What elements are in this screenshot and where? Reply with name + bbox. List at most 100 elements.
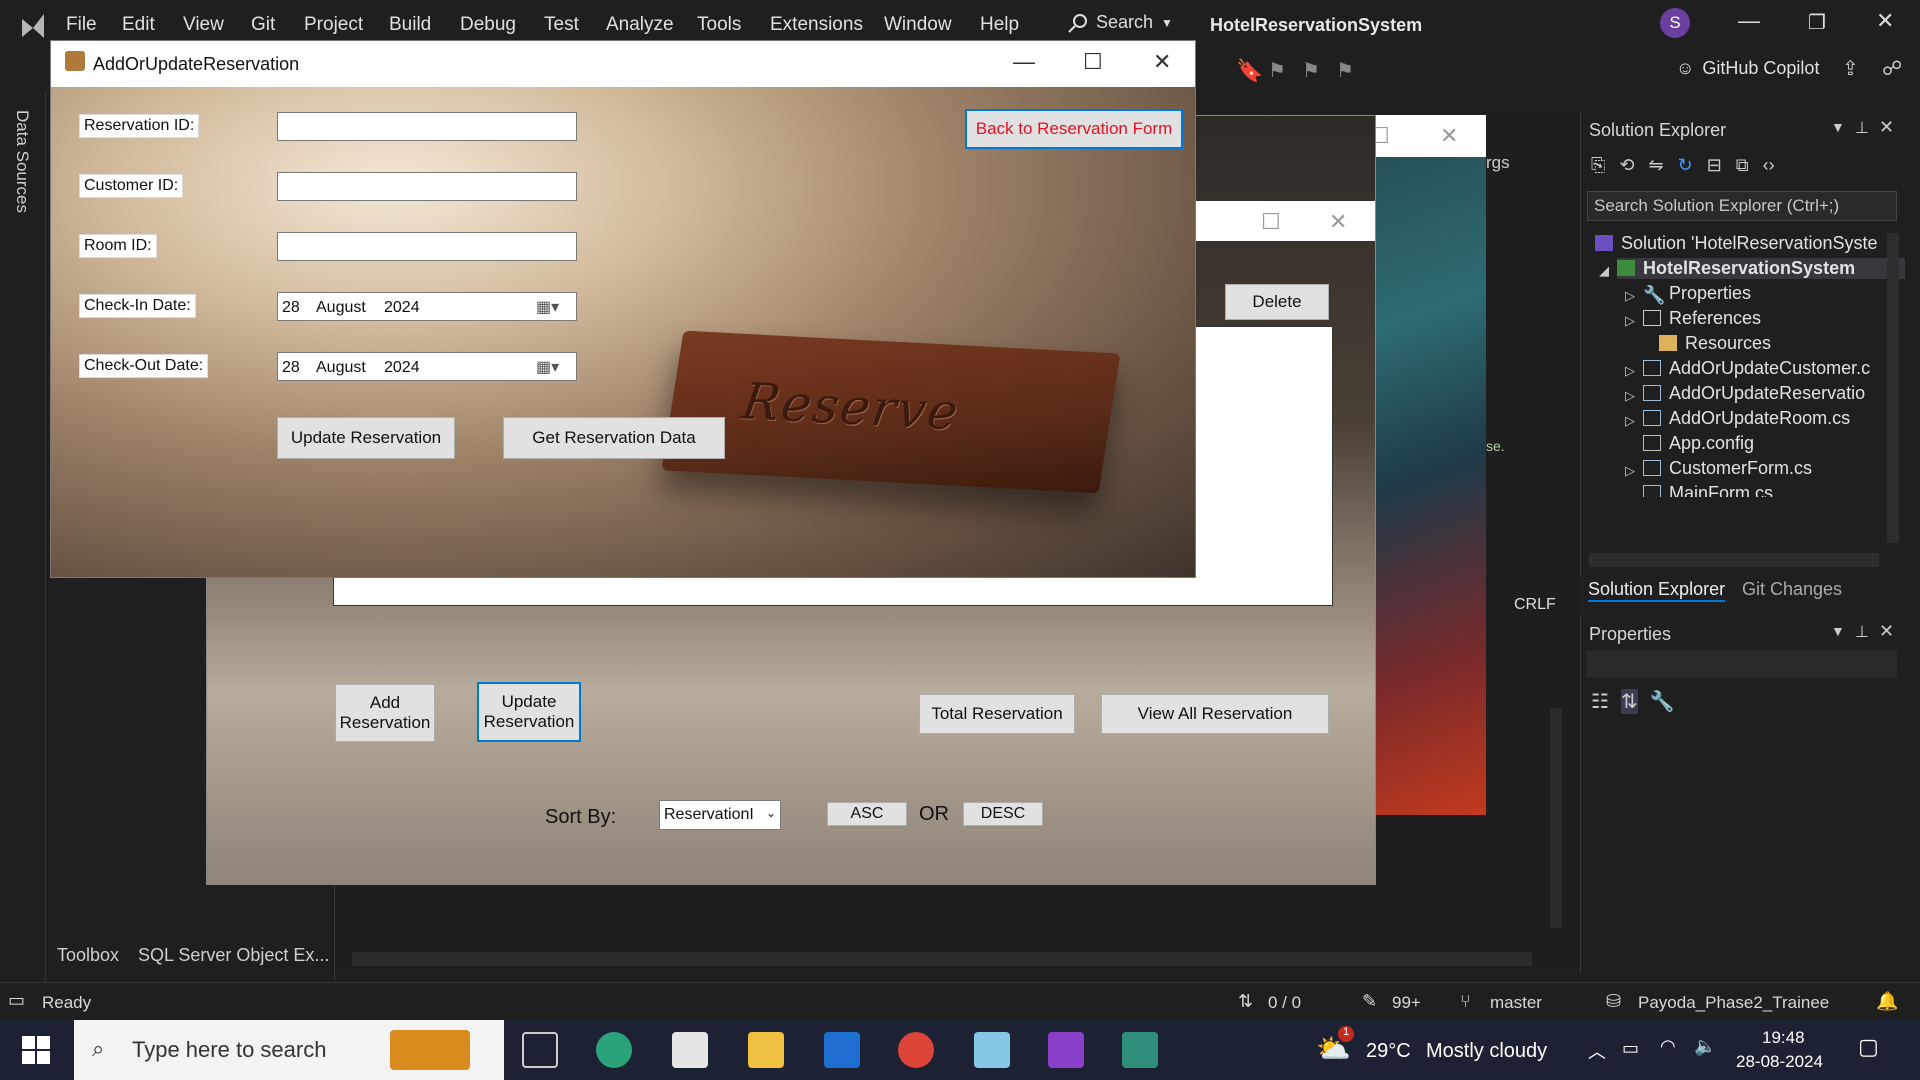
status-branch[interactable]: master bbox=[1490, 993, 1542, 1013]
delete-button[interactable]: Delete bbox=[1225, 284, 1329, 320]
vs-restore-button[interactable]: ❐ bbox=[1808, 10, 1826, 35]
minimize-icon[interactable]: — bbox=[1013, 49, 1035, 75]
update-reservation-nav-button[interactable]: Update Reservation bbox=[477, 682, 581, 742]
bookmark-clear-icon[interactable]: ⚑ bbox=[1336, 58, 1354, 83]
pin-icon[interactable]: ⊥ bbox=[1855, 118, 1869, 138]
refresh-icon[interactable]: ↻ bbox=[1678, 155, 1693, 176]
bookmark-icon[interactable]: 🔖 bbox=[1236, 58, 1263, 84]
data-sources-tab[interactable]: Data Sources bbox=[12, 110, 32, 213]
tree-resources[interactable]: Resources bbox=[1659, 333, 1771, 354]
wifi-icon[interactable]: ◠ bbox=[1660, 1036, 1676, 1057]
store-icon[interactable] bbox=[672, 1032, 708, 1068]
editor-vertical-scrollbar[interactable] bbox=[1550, 708, 1562, 928]
copilot-button[interactable]: ☺ GitHub Copilot bbox=[1676, 58, 1819, 79]
categorized-icon[interactable]: ☷ bbox=[1591, 689, 1609, 714]
status-edits[interactable]: 99+ bbox=[1392, 993, 1421, 1013]
share-icon[interactable]: ⇪ bbox=[1842, 56, 1859, 81]
add-reservation-button[interactable]: Add Reservation bbox=[335, 684, 435, 742]
menu-project[interactable]: Project bbox=[304, 14, 363, 36]
menu-help[interactable]: Help bbox=[980, 14, 1019, 36]
properties-object-selector[interactable] bbox=[1587, 651, 1897, 677]
task-view-icon[interactable] bbox=[522, 1032, 558, 1068]
bookmark-next-icon[interactable]: ⚑ bbox=[1302, 58, 1320, 83]
tree-addorupdatereservation[interactable]: AddOrUpdateReservatio bbox=[1643, 383, 1865, 404]
collapsed-arrow-icon[interactable]: ▷ bbox=[1625, 413, 1635, 429]
tree-properties[interactable]: 🔧 Properties bbox=[1643, 283, 1751, 305]
vs-minimize-button[interactable]: — bbox=[1738, 8, 1760, 34]
collapsed-arrow-icon[interactable]: ▷ bbox=[1625, 288, 1635, 304]
show-all-files-icon[interactable]: ⧉ bbox=[1736, 155, 1749, 176]
collapse-all-icon[interactable]: ⊟ bbox=[1707, 155, 1722, 176]
history-icon[interactable]: ⟲ bbox=[1619, 155, 1634, 176]
close-icon[interactable]: ✕ bbox=[1879, 621, 1894, 642]
hotel-app-taskbar-icon[interactable] bbox=[1122, 1032, 1158, 1068]
battery-icon[interactable]: ▭ bbox=[1622, 1038, 1639, 1059]
update-reservation-button[interactable]: Update Reservation bbox=[277, 417, 455, 459]
total-reservation-button[interactable]: Total Reservation bbox=[919, 694, 1075, 734]
maximize-icon[interactable]: ☐ bbox=[1083, 49, 1103, 75]
view-all-reservation-button[interactable]: View All Reservation bbox=[1101, 694, 1329, 734]
expand-arrow-icon[interactable]: ◢ bbox=[1599, 263, 1609, 279]
menu-file[interactable]: File bbox=[66, 14, 97, 36]
edge-icon[interactable] bbox=[596, 1032, 632, 1068]
menu-test[interactable]: Test bbox=[544, 14, 579, 36]
close-icon[interactable]: ✕ bbox=[1153, 49, 1171, 75]
menu-extensions[interactable]: Extensions bbox=[770, 14, 863, 36]
collapsed-arrow-icon[interactable]: ▷ bbox=[1625, 463, 1635, 479]
vs-search-button[interactable]: Search ▼ bbox=[1068, 12, 1173, 33]
tab-sql-server-object-explorer[interactable]: SQL Server Object Ex... bbox=[138, 945, 329, 966]
get-reservation-data-button[interactable]: Get Reservation Data bbox=[503, 417, 725, 459]
visual-studio-taskbar-icon[interactable] bbox=[1048, 1032, 1084, 1068]
menu-tools[interactable]: Tools bbox=[697, 14, 741, 36]
notification-center-icon[interactable]: ▢ bbox=[1858, 1034, 1879, 1060]
calendar-icon[interactable]: ▦▾ bbox=[536, 297, 559, 317]
status-repo[interactable]: Payoda_Phase2_Trainee bbox=[1638, 993, 1829, 1013]
tree-addorupdatecustomer[interactable]: AddOrUpdateCustomer.c bbox=[1643, 358, 1870, 379]
chevron-up-icon[interactable]: ︿ bbox=[1588, 1038, 1606, 1064]
windows-start-icon[interactable] bbox=[22, 1036, 50, 1064]
status-lines[interactable]: 0 / 0 bbox=[1268, 993, 1301, 1013]
pin-icon[interactable]: ⊥ bbox=[1855, 622, 1869, 642]
collapsed-arrow-icon[interactable]: ▷ bbox=[1625, 388, 1635, 404]
taskbar-search[interactable]: ⌕ Type here to search bbox=[74, 1020, 504, 1080]
tree-addorupdateroom[interactable]: AddOrUpdateRoom.cs bbox=[1643, 408, 1850, 429]
menu-edit[interactable]: Edit bbox=[122, 14, 155, 36]
menu-analyze[interactable]: Analyze bbox=[606, 14, 674, 36]
weather-desc[interactable]: Mostly cloudy bbox=[1426, 1040, 1547, 1063]
menu-git[interactable]: Git bbox=[251, 14, 275, 36]
menu-debug[interactable]: Debug bbox=[460, 14, 516, 36]
file-explorer-icon[interactable] bbox=[748, 1032, 784, 1068]
mail-icon[interactable] bbox=[824, 1032, 860, 1068]
menu-view[interactable]: View bbox=[183, 14, 224, 36]
desc-button[interactable]: DESC bbox=[963, 802, 1043, 826]
pane-options-icon[interactable]: ▼ bbox=[1831, 119, 1845, 135]
room-id-input[interactable] bbox=[277, 232, 577, 261]
tab-git-changes[interactable]: Git Changes bbox=[1742, 579, 1842, 600]
calendar-icon[interactable]: ▦▾ bbox=[536, 357, 559, 377]
asc-button[interactable]: ASC bbox=[827, 802, 907, 826]
close-icon[interactable]: ✕ bbox=[1329, 209, 1347, 235]
sync-icon[interactable]: ⇋ bbox=[1649, 155, 1664, 176]
tree-customerform[interactable]: CustomerForm.cs bbox=[1643, 458, 1812, 479]
tree-project[interactable]: HotelReservationSystem bbox=[1617, 258, 1905, 279]
feedback-icon[interactable]: ☍ bbox=[1882, 56, 1902, 81]
back-to-reservation-form-button[interactable]: Back to Reservation Form bbox=[965, 109, 1183, 149]
tab-toolbox[interactable]: Toolbox bbox=[57, 945, 119, 966]
tree-app-config[interactable]: App.config bbox=[1643, 433, 1754, 454]
menu-build[interactable]: Build bbox=[389, 14, 431, 36]
sort-by-select[interactable]: ReservationI ⌄ bbox=[659, 800, 781, 830]
clock-time[interactable]: 19:48 bbox=[1762, 1028, 1805, 1048]
check-in-date-picker[interactable]: 28 August 2024 ▦▾ bbox=[277, 292, 577, 321]
menu-window[interactable]: Window bbox=[884, 14, 952, 36]
alphabetical-icon[interactable]: ⇅ bbox=[1620, 689, 1638, 714]
maximize-icon[interactable]: ☐ bbox=[1261, 209, 1281, 235]
code-view-icon[interactable]: ‹› bbox=[1763, 155, 1775, 176]
tree-mainform[interactable]: MainForm.cs bbox=[1643, 483, 1773, 497]
tab-solution-explorer[interactable]: Solution Explorer bbox=[1588, 579, 1726, 602]
app-icon[interactable] bbox=[974, 1032, 1010, 1068]
customer-id-input[interactable] bbox=[277, 172, 577, 201]
weather-temp[interactable]: 29°C bbox=[1366, 1040, 1411, 1063]
pane-options-icon[interactable]: ▼ bbox=[1831, 623, 1845, 639]
avatar[interactable]: S bbox=[1660, 8, 1690, 38]
vs-close-button[interactable]: ✕ bbox=[1876, 8, 1894, 34]
